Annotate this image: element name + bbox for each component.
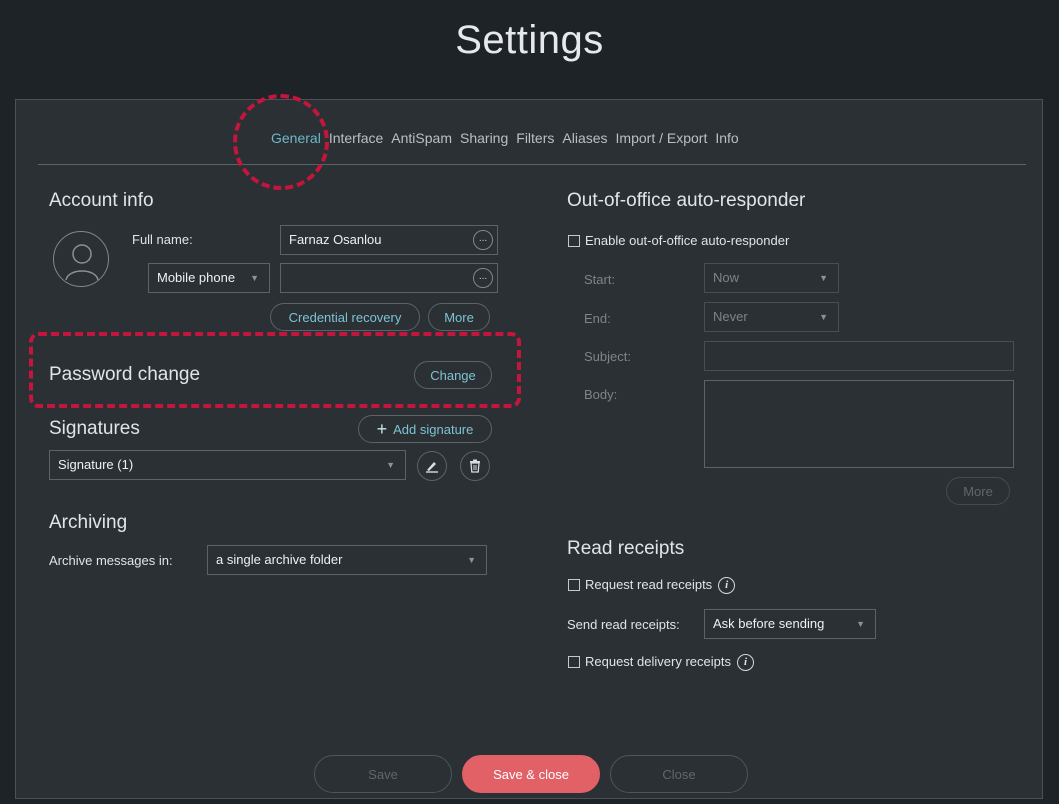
full-name-more-button[interactable]: ... <box>473 230 493 250</box>
signature-select-value: Signature (1) <box>58 457 134 472</box>
tab-info[interactable]: Info <box>715 130 738 146</box>
send-read-receipts-value: Ask before sending <box>713 616 825 631</box>
signature-select[interactable]: Signature (1) ▼ <box>49 450 406 480</box>
request-delivery-receipts-label: Request delivery receipts <box>585 654 731 669</box>
archive-location-select[interactable]: a single archive folder ▼ <box>207 545 487 575</box>
tab-sharing[interactable]: Sharing <box>460 130 508 146</box>
account-more-button[interactable]: More <box>428 303 490 331</box>
chevron-down-icon: ▼ <box>819 312 828 322</box>
send-read-receipts-select[interactable]: Ask before sending ▼ <box>704 609 876 639</box>
request-read-receipts-row: Request read receipts i <box>585 577 736 595</box>
ooo-heading: Out-of-office auto-responder <box>567 190 806 211</box>
tab-import-export[interactable]: Import / Export <box>616 130 708 146</box>
ooo-body-label: Body: <box>584 387 618 402</box>
signatures-heading: Signatures <box>49 418 140 439</box>
plus-icon: + <box>376 418 388 439</box>
full-name-field[interactable]: Farnaz Osanlou ... <box>280 225 498 255</box>
chevron-down-icon: ▼ <box>386 460 395 470</box>
full-name-label: Full name: <box>132 232 193 247</box>
change-password-button[interactable]: Change <box>414 361 492 389</box>
request-delivery-receipts-checkbox[interactable] <box>568 656 580 668</box>
ooo-end-label: End: <box>584 311 611 326</box>
full-name-value: Farnaz Osanlou <box>289 232 382 247</box>
ooo-end-value: Never <box>713 309 748 324</box>
tab-interface[interactable]: Interface <box>329 130 383 146</box>
close-button[interactable]: Close <box>610 755 748 793</box>
ooo-more-label: More <box>963 483 993 499</box>
read-receipts-heading: Read receipts <box>567 538 685 559</box>
send-read-receipts-label: Send read receipts: <box>567 617 680 632</box>
chevron-down-icon: ▼ <box>856 619 865 629</box>
chevron-down-icon: ▼ <box>250 273 259 283</box>
chevron-down-icon: ▼ <box>467 555 476 565</box>
request-delivery-receipts-row: Request delivery receipts i <box>585 654 754 672</box>
user-icon <box>65 244 99 281</box>
change-password-label: Change <box>430 367 476 383</box>
add-signature-button[interactable]: + Add signature <box>358 415 492 443</box>
ooo-start-label: Start: <box>584 272 616 287</box>
delete-signature-button[interactable] <box>460 451 490 481</box>
archiving-heading: Archiving <box>49 512 128 533</box>
password-change-heading: Password change <box>49 364 201 385</box>
save-button[interactable]: Save <box>314 755 452 793</box>
phone-more-button[interactable]: ... <box>473 268 493 288</box>
ooo-end-select[interactable]: Never ▼ <box>704 302 839 332</box>
ooo-start-value: Now <box>713 270 740 285</box>
phone-type-select[interactable]: Mobile phone ▼ <box>148 263 270 293</box>
ooo-subject-field[interactable] <box>704 341 1014 371</box>
ooo-enable-label: Enable out-of-office auto-responder <box>585 233 790 248</box>
add-signature-label: Add signature <box>393 421 474 437</box>
ooo-enable-checkbox[interactable] <box>568 235 580 247</box>
credential-recovery-button[interactable]: Credential recovery <box>270 303 420 331</box>
credential-recovery-label: Credential recovery <box>288 309 402 325</box>
save-and-close-button[interactable]: Save & close <box>462 755 600 793</box>
request-read-receipts-label: Request read receipts <box>585 577 713 592</box>
archive-location-value: a single archive folder <box>216 552 343 567</box>
chevron-down-icon: ▼ <box>819 273 828 283</box>
tab-bar: General Interface AntiSpam Sharing Filte… <box>271 130 739 146</box>
ooo-start-select[interactable]: Now ▼ <box>704 263 839 293</box>
request-read-receipts-checkbox[interactable] <box>568 579 580 591</box>
ooo-more-button[interactable]: More <box>946 477 1010 505</box>
info-icon[interactable]: i <box>718 577 736 595</box>
account-info-heading: Account info <box>49 190 154 211</box>
archive-messages-label: Archive messages in: <box>49 553 173 568</box>
trash-icon <box>470 459 480 473</box>
pencil-icon <box>426 462 438 473</box>
tab-filters[interactable]: Filters <box>516 130 554 146</box>
info-icon[interactable]: i <box>736 654 754 672</box>
ooo-body-editor[interactable] <box>704 380 1014 468</box>
dialog-footer: Save Save & close Close <box>314 755 748 793</box>
avatar <box>53 231 109 287</box>
page-title: Settings <box>455 18 604 62</box>
tab-aliases[interactable]: Aliases <box>562 130 607 146</box>
account-more-label: More <box>444 309 474 325</box>
edit-signature-button[interactable] <box>417 451 447 481</box>
tab-antispam[interactable]: AntiSpam <box>391 130 452 146</box>
ooo-subject-label: Subject: <box>584 349 631 364</box>
tab-general[interactable]: General <box>271 130 321 146</box>
tab-divider <box>38 164 1026 165</box>
phone-number-field[interactable]: ... <box>280 263 498 293</box>
phone-type-value: Mobile phone <box>157 270 236 285</box>
settings-dialog: General Interface AntiSpam Sharing Filte… <box>15 94 1043 799</box>
